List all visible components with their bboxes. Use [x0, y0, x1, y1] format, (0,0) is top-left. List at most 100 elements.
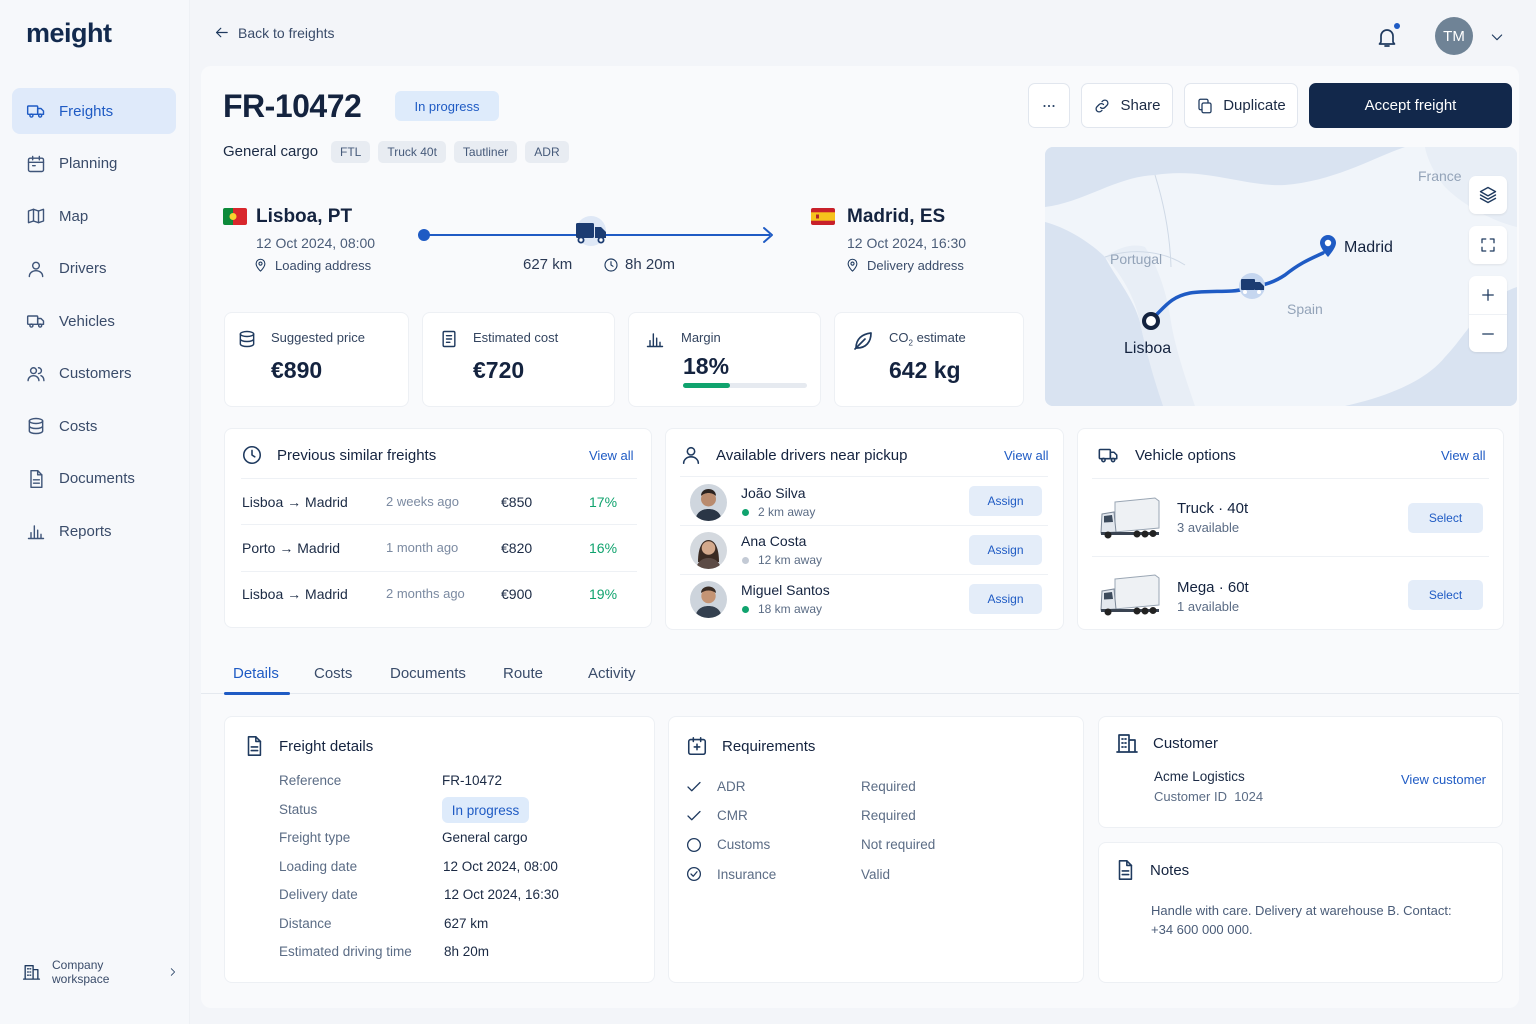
minus-icon [1482, 332, 1494, 335]
sidebar-item-label: Drivers [59, 260, 107, 277]
panel-header: Requirements [686, 735, 815, 757]
chevron-down-icon[interactable] [1489, 29, 1505, 45]
panel-title: Notes [1150, 861, 1190, 879]
sidebar-item-reports[interactable]: Reports [12, 508, 176, 554]
requirement-status: Required [861, 808, 916, 823]
sidebar-item-documents[interactable]: Documents [12, 456, 176, 502]
sidebar-item-label: Map [59, 207, 89, 225]
avatar[interactable]: TM [1435, 17, 1473, 55]
detail-value: General cargo [442, 830, 528, 845]
duplicate-button[interactable]: Duplicate [1184, 83, 1298, 128]
panel-title: Available drivers near pickup [716, 446, 908, 464]
requirement-name: Customs [717, 837, 771, 852]
workspace-switcher[interactable]: Company workspace [22, 958, 189, 986]
view-customer-link[interactable]: View customer [1401, 772, 1486, 787]
similar-when: 2 weeks ago [386, 494, 459, 509]
freight-tags: FTL Truck 40t Tautliner ADR [331, 141, 569, 163]
margin-progress-fill [683, 383, 731, 388]
zoom-in-button[interactable] [1469, 276, 1507, 314]
divider [241, 524, 637, 525]
map-city-lisboa: Lisboa [1124, 340, 1172, 357]
arrow-left-icon [215, 27, 228, 38]
tab-details[interactable]: Details [233, 665, 279, 682]
tab-route[interactable]: Route [503, 665, 543, 682]
map-label-portugal: Portugal [1110, 251, 1163, 267]
similar-margin: 17% [589, 494, 618, 510]
map-city-madrid: Madrid [1344, 239, 1393, 256]
vehicles-view-all-link[interactable]: View all [1441, 448, 1486, 463]
driver-name: Miguel Santos [741, 582, 830, 598]
origin-address[interactable]: Loading address [253, 258, 371, 273]
sidebar-nav: Freights Planning Map Drivers Vehicles C… [12, 88, 176, 561]
driver-distance-value: 12 km away [758, 553, 823, 567]
active-tab-indicator [224, 692, 290, 695]
calendar-check-icon [687, 736, 707, 756]
panel-header: Customer [1115, 731, 1218, 755]
destination-city: Madrid, ES [847, 206, 946, 227]
sidebar-item-drivers[interactable]: Drivers [12, 246, 176, 292]
truck-image [1100, 497, 1160, 539]
check-circle-icon [686, 866, 702, 882]
pin-icon [847, 258, 858, 272]
document-icon [30, 469, 43, 488]
share-button[interactable]: Share [1081, 83, 1173, 128]
route-distance: 627 km [523, 256, 573, 273]
metric-label: Suggested price [271, 330, 365, 345]
map-layers-button[interactable] [1469, 176, 1507, 214]
app-logo[interactable]: meight [26, 18, 112, 49]
panel-title: Previous similar freights [277, 446, 437, 464]
metric-label: Margin [681, 330, 721, 345]
accept-freight-button[interactable]: Accept freight [1309, 83, 1512, 128]
divider [1092, 478, 1489, 479]
similar-view-all-link[interactable]: View all [589, 448, 634, 463]
truck-icon [26, 315, 45, 328]
back-link[interactable]: Back to freights [213, 24, 335, 41]
drivers-view-all-link[interactable]: View all [1004, 448, 1049, 463]
notes-text-line1: Handle with care. Delivery at warehouse … [1151, 903, 1452, 918]
vehicle-name: Truck · 40t [1177, 500, 1249, 517]
similar-route: Lisboa → Madrid [242, 494, 348, 510]
spain-flag-icon [811, 208, 835, 225]
assign-button[interactable]: Assign [969, 486, 1042, 516]
driver-distance: 2 km away [742, 505, 815, 519]
requirement-status: Valid [861, 867, 891, 882]
divider [241, 571, 637, 572]
co2-label-prefix: CO [889, 330, 909, 345]
sidebar: meight Freights Planning Map Drivers Veh… [0, 0, 190, 1024]
tab-activity[interactable]: Activity [588, 665, 636, 682]
similar-margin: 19% [589, 586, 618, 602]
metric-suggested-price: Suggested price €890 [224, 312, 409, 407]
select-button[interactable]: Select [1408, 503, 1483, 533]
assign-button[interactable]: Assign [969, 584, 1042, 614]
sidebar-item-costs[interactable]: Costs [12, 403, 176, 449]
map-label-france: France [1418, 168, 1462, 184]
co2-label-suffix: estimate [912, 330, 966, 345]
select-button[interactable]: Select [1408, 580, 1483, 610]
route-map[interactable] [1045, 147, 1517, 406]
detail-value: 12 Oct 2024, 16:30 [444, 887, 559, 902]
circle-icon [686, 837, 702, 853]
driver-name: Ana Costa [741, 533, 807, 549]
plus-icon [1482, 289, 1494, 301]
leaf-icon [854, 332, 872, 350]
sidebar-item-planning[interactable]: Planning [12, 141, 176, 187]
vehicle-availability: 3 available [1177, 520, 1240, 535]
tab-costs[interactable]: Costs [314, 665, 352, 682]
sidebar-item-customers[interactable]: Customers [12, 351, 176, 397]
zoom-out-button[interactable] [1469, 314, 1507, 352]
origin-datetime: 12 Oct 2024, 08:00 [256, 235, 376, 251]
notes-text-line2: +34 600 000 000. [1151, 922, 1253, 937]
destination-address[interactable]: Delivery address [845, 258, 964, 273]
more-button[interactable] [1028, 83, 1070, 128]
workspace-label: Company workspace [52, 958, 110, 986]
sidebar-item-label: Planning [59, 155, 118, 172]
map-fullscreen-button[interactable] [1469, 226, 1507, 264]
tag: ADR [525, 141, 569, 163]
sidebar-item-freights[interactable]: Freights [12, 88, 176, 134]
sidebar-item-map[interactable]: Map [12, 193, 176, 239]
assign-button[interactable]: Assign [969, 535, 1042, 565]
fullscreen-icon [1481, 238, 1495, 252]
tag: FTL [331, 141, 371, 163]
tab-documents[interactable]: Documents [390, 665, 466, 682]
sidebar-item-vehicles[interactable]: Vehicles [12, 298, 176, 344]
